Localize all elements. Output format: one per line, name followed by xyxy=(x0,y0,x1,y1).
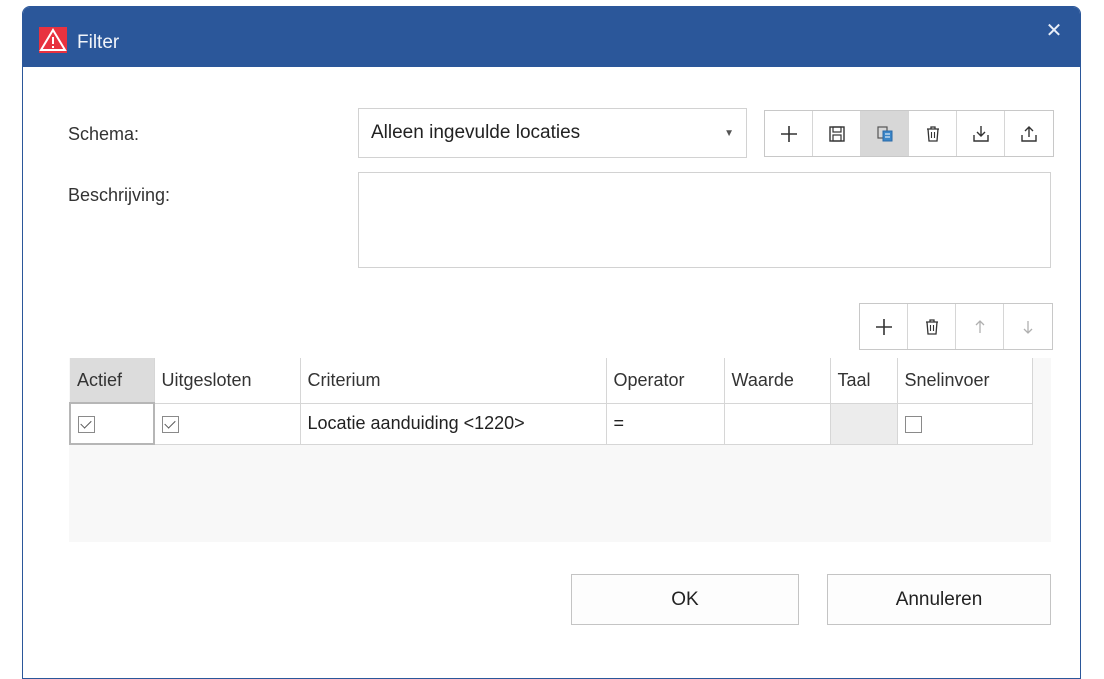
move-up-button[interactable] xyxy=(956,304,1004,349)
operator-cell[interactable]: = xyxy=(605,402,725,445)
move-down-icon xyxy=(1023,320,1033,334)
taal-cell xyxy=(829,402,898,445)
uitgesloten-cell[interactable] xyxy=(153,402,301,445)
column-header-waarde[interactable]: Waarde xyxy=(724,358,831,403)
close-icon[interactable]: ✕ xyxy=(1040,17,1068,45)
header-row: Actief Uitgesloten Criterium Operator Wa… xyxy=(70,358,1033,403)
window-title: Filter xyxy=(77,32,120,53)
schema-dropdown[interactable]: Alleen ingevulde locaties ▼ xyxy=(358,108,747,158)
add-schema-button[interactable] xyxy=(765,111,813,156)
delete-row-button[interactable] xyxy=(908,304,956,349)
actief-cell[interactable] xyxy=(69,402,155,445)
criteria-table: Actief Uitgesloten Criterium Operator Wa… xyxy=(69,358,1033,445)
move-down-button[interactable] xyxy=(1004,304,1052,349)
export-icon xyxy=(1021,125,1037,142)
schema-label: Schema: xyxy=(68,124,140,144)
add-icon xyxy=(875,318,892,335)
waarde-cell[interactable] xyxy=(723,402,831,445)
criterium-cell[interactable]: Locatie aanduiding <1220> xyxy=(299,402,607,445)
column-header-snelinvoer[interactable]: Snelinvoer xyxy=(897,358,1033,403)
filter-dialog: Filter ✕ Schema: Alleen ingevulde locati… xyxy=(22,6,1081,679)
delete-schema-button[interactable] xyxy=(909,111,957,156)
title-bar: Filter ✕ xyxy=(23,7,1080,67)
column-header-actief[interactable]: Actief xyxy=(70,358,155,403)
cancel-button[interactable]: Annuleren xyxy=(827,574,1051,625)
copy-icon xyxy=(876,125,892,141)
import-icon xyxy=(972,125,989,142)
actief-checkbox[interactable] xyxy=(78,415,95,433)
delete-icon xyxy=(925,318,938,335)
add-row-button[interactable] xyxy=(860,304,908,349)
add-icon xyxy=(780,125,797,142)
column-header-operator[interactable]: Operator xyxy=(606,358,725,403)
description-field[interactable] xyxy=(358,172,1051,268)
column-header-taal[interactable]: Taal xyxy=(830,358,898,403)
grid-toolbar xyxy=(859,303,1053,350)
uitgesloten-checkbox[interactable] xyxy=(162,415,179,433)
schema-selected-value: Alleen ingevulde locaties xyxy=(371,122,581,143)
app-warning-icon xyxy=(39,27,67,53)
criteria-grid: Actief Uitgesloten Criterium Operator Wa… xyxy=(69,358,1051,542)
save-icon xyxy=(828,125,845,142)
delete-icon xyxy=(926,125,939,142)
ok-button[interactable]: OK xyxy=(571,574,799,625)
export-schema-button[interactable] xyxy=(1005,111,1053,156)
move-up-icon xyxy=(975,319,984,333)
column-header-criterium[interactable]: Criterium xyxy=(300,358,607,403)
snelinvoer-cell[interactable] xyxy=(896,402,1033,445)
chevron-down-icon[interactable]: ▼ xyxy=(724,128,734,139)
schema-toolbar xyxy=(764,110,1054,157)
description-label: Beschrijving: xyxy=(68,185,171,205)
save-schema-button[interactable] xyxy=(813,111,861,156)
column-header-uitgesloten[interactable]: Uitgesloten xyxy=(154,358,301,403)
snelinvoer-checkbox[interactable] xyxy=(904,415,922,433)
import-schema-button[interactable] xyxy=(957,111,1005,156)
copy-schema-button[interactable] xyxy=(861,111,909,156)
table-row[interactable]: Locatie aanduiding <1220> = xyxy=(69,402,1033,445)
